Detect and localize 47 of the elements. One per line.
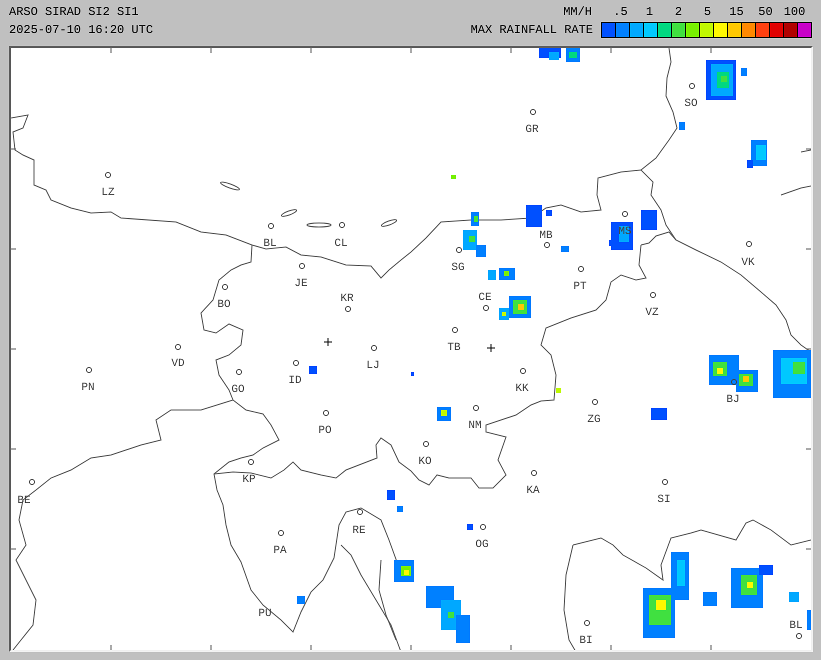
city-label: KA	[526, 485, 540, 497]
city-label: ID	[288, 375, 302, 387]
legend-tick-label: 15	[728, 4, 745, 20]
city-label: BI	[579, 635, 593, 647]
legend-tick-label: 5	[702, 4, 712, 20]
city-label: KR	[340, 293, 354, 305]
timestamp: 2025-07-10 16:20 UTC	[9, 22, 154, 38]
city-label: PN	[81, 382, 95, 394]
legend-tick-label: 50	[757, 4, 774, 20]
city-label: KO	[418, 456, 432, 468]
city-label: PT	[573, 281, 587, 293]
city-label: JE	[294, 278, 308, 290]
city-label: PO	[318, 425, 332, 437]
city-label: PA	[273, 545, 287, 557]
city-label: KK	[515, 383, 529, 395]
legend-tick-label: 100	[782, 4, 806, 20]
legend-title: MAX RAINFALL RATE	[470, 22, 593, 38]
city-label: CE	[478, 292, 492, 304]
city-label: RE	[352, 525, 366, 537]
legend-tick-label: 2	[674, 4, 684, 20]
city-label: VK	[741, 257, 755, 269]
city-label: GR	[525, 124, 539, 136]
city-label: SI	[657, 494, 671, 506]
city-label: BO	[217, 299, 231, 311]
city-label: MS	[618, 226, 632, 238]
city-label: ZG	[587, 414, 601, 426]
city-label: LZ	[101, 187, 115, 199]
city-label: VD	[171, 358, 185, 370]
city-label: TB	[447, 342, 461, 354]
city-label: SG	[451, 262, 465, 274]
unit-label: MM/H	[563, 4, 592, 20]
city-label: BJ	[726, 394, 740, 406]
city-label: BL	[263, 238, 277, 250]
legend-tick-label: 1	[644, 4, 654, 20]
city-label: PU	[258, 608, 272, 620]
city-label: GO	[231, 384, 245, 396]
city-label: MB	[539, 230, 553, 242]
city-label: LJ	[366, 360, 380, 372]
city-label: BL	[789, 620, 803, 632]
legend-tick-label: .5	[612, 4, 629, 20]
city-label: VZ	[645, 307, 659, 319]
city-label: SO	[684, 98, 698, 110]
city-label: NM	[468, 420, 482, 432]
station-title: ARSO SIRAD SI2 SI1	[9, 4, 140, 20]
city-label: KP	[242, 474, 256, 486]
city-label: CL	[334, 238, 348, 250]
city-label: OG	[475, 539, 489, 551]
